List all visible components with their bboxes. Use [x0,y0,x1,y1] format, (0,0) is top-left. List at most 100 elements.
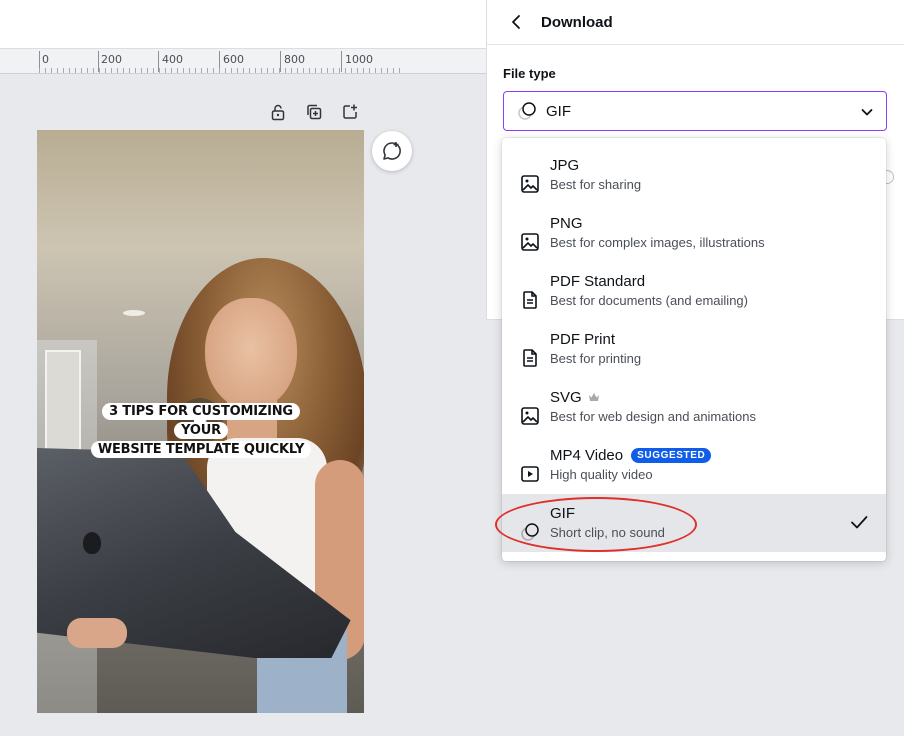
ruler-minor-tick [39,68,40,73]
ruler-minor-tick [369,68,370,73]
option-title-text: MP4 Video [550,446,624,464]
ruler-minor-tick [267,68,268,73]
option-png[interactable]: PNG Best for complex images, illustratio… [502,204,886,262]
ruler-minor-tick [291,68,292,73]
image-icon [518,172,542,196]
ruler-minor-tick [345,68,346,73]
option-pdf-standard[interactable]: PDF Standard Best for documents (and ema… [502,262,886,320]
ruler-minor-tick [153,68,154,73]
chevron-left-icon [512,15,520,29]
ruler-minor-tick [285,68,286,73]
ruler-major-tick [341,51,342,72]
ruler-minor-tick [333,68,334,73]
checkmark-icon [851,516,868,529]
ruler-minor-tick [225,68,226,73]
ruler-minor-tick [279,68,280,73]
ruler-minor-tick [159,68,160,73]
option-svg[interactable]: SVG Best for web design and animations [502,378,886,436]
ruler-minor-tick [243,68,244,73]
ruler-minor-tick [63,68,64,73]
lock-icon[interactable] [266,100,290,124]
ruler-label: 1000 [345,53,373,66]
ruler-minor-tick [231,68,232,73]
option-title: PNG [550,214,583,232]
ruler-minor-tick [297,68,298,73]
ruler-minor-tick [123,68,124,73]
background-door [45,350,81,460]
ruler-major-tick [280,51,281,72]
option-description: Best for complex images, illustrations [550,235,765,250]
ruler-minor-tick [93,68,94,73]
duplicate-page-icon[interactable] [302,100,326,124]
ruler-minor-tick [273,68,274,73]
ruler-minor-tick [375,68,376,73]
option-title: PDF Standard [550,272,646,290]
ruler-minor-tick [51,68,52,73]
video-element[interactable]: 3 TIPS FOR CUSTOMIZING YOUR WEBSITE TEMP… [37,130,364,713]
ruler-label: 200 [101,53,122,66]
ruler-minor-tick [219,68,220,73]
ruler-minor-tick [111,68,112,73]
option-title: SVG [550,387,886,407]
ruler-minor-tick [141,68,142,73]
image-icon [518,404,542,428]
ruler-minor-tick [189,68,190,73]
ruler-minor-tick [393,68,394,73]
gif-icon [518,102,536,120]
option-gif[interactable]: GIF Short clip, no sound [502,494,886,552]
ruler-minor-tick [81,68,82,73]
ruler-minor-tick [261,68,262,73]
option-pdf-print[interactable]: PDF Print Best for printing [502,320,886,378]
chevron-down-icon [861,109,873,116]
ruler-label: 600 [223,53,244,66]
person-hand [67,618,127,648]
ruler-minor-tick [99,68,100,73]
crown-icon [588,392,600,402]
ruler-minor-tick [399,68,400,73]
apple-logo-icon [83,532,101,554]
option-title-text: SVG [550,388,582,406]
ruler-minor-tick [147,68,148,73]
file-type-select[interactable]: GIF [503,91,887,131]
ruler-minor-tick [381,68,382,73]
suggested-badge: SUGGESTED [631,447,712,463]
comment-plus-icon [383,142,401,160]
ruler-minor-tick [45,68,46,73]
ruler-minor-tick [195,68,196,73]
ruler-minor-tick [171,68,172,73]
ruler-minor-tick [339,68,340,73]
ruler-minor-tick [387,68,388,73]
panel-title: Download [541,13,613,31]
ruler-minor-tick [255,68,256,73]
ruler-label: 400 [162,53,183,66]
ruler-minor-tick [57,68,58,73]
option-title: PDF Print [550,330,616,348]
option-description: Best for documents (and emailing) [550,293,748,308]
gif-icon [518,520,542,544]
option-description: High quality video [550,467,653,482]
ruler-minor-tick [87,68,88,73]
ruler-minor-tick [69,68,70,73]
option-description: Short clip, no sound [550,525,665,540]
option-mp4-video[interactable]: MP4 Video SUGGESTED High quality video [502,436,886,494]
page-toolbar [266,100,362,124]
back-button[interactable] [503,9,529,35]
add-comment-button[interactable] [372,131,412,171]
ruler-minor-tick [363,68,364,73]
person-face [205,298,297,410]
ruler-minor-tick [213,68,214,73]
caption-line-1: 3 TIPS FOR CUSTOMIZING YOUR [102,403,300,439]
option-jpg[interactable]: JPG Best for sharing [502,146,886,204]
ruler-label: 0 [42,53,49,66]
ruler-minor-tick [321,68,322,73]
ruler-minor-tick [117,68,118,73]
ruler-minor-tick [315,68,316,73]
ruler-minor-tick [129,68,130,73]
add-page-icon[interactable] [338,100,362,124]
ruler-minor-tick [207,68,208,73]
ruler-minor-tick [201,68,202,73]
ruler-minor-tick [105,68,106,73]
option-description: Best for sharing [550,177,642,192]
video-icon [518,462,542,486]
ruler-minor-tick [303,68,304,73]
